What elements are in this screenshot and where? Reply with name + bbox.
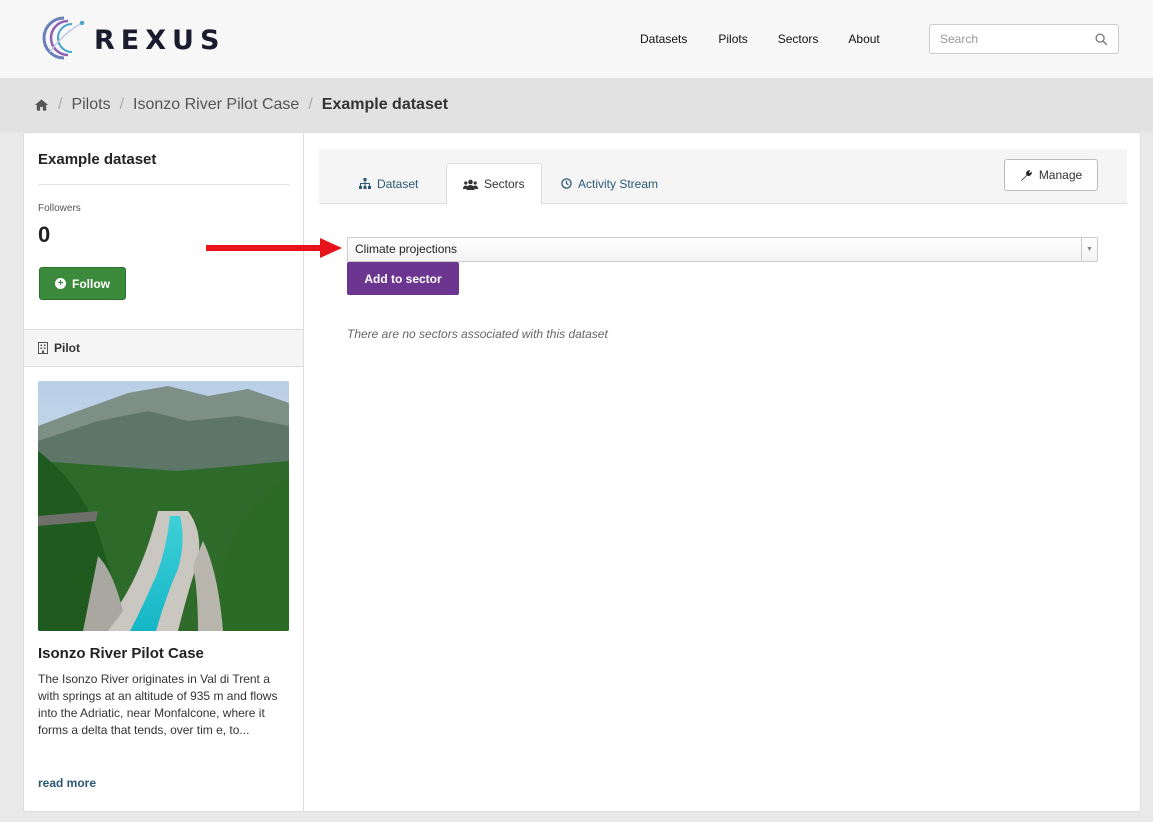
pilot-name[interactable]: Isonzo River Pilot Case [38,645,204,662]
plus-circle-icon: + [55,278,66,289]
search-icon[interactable] [1095,33,1108,46]
breadcrumb-separator: / [58,96,63,113]
sidebar: Example dataset Followers 0 + Follow Pil… [24,133,304,811]
follow-button-label: Follow [72,276,110,291]
dataset-title: Example dataset [38,151,157,168]
divider [38,184,290,185]
river-landscape-image [38,381,289,631]
nav-sectors[interactable]: Sectors [778,32,819,46]
breadcrumb-separator: / [119,96,125,113]
rexus-logo-icon [42,16,85,60]
main-card: Example dataset Followers 0 + Follow Pil… [23,132,1141,812]
main-nav: Datasets Pilots Sectors About [640,32,910,46]
breadcrumb: / Pilots / Isonzo River Pilot Case / Exa… [0,78,1153,132]
nav-about[interactable]: About [848,32,879,46]
tab-activity-stream-label: Activity Stream [578,176,659,191]
search-box [929,24,1119,54]
followers-count: 0 [38,222,51,247]
nav-pilots[interactable]: Pilots [718,32,747,46]
home-icon[interactable] [34,98,49,112]
breadcrumb-pilots[interactable]: Pilots [71,96,110,114]
breadcrumb-separator: / [308,96,313,113]
sector-select-value: Climate projections [355,242,458,256]
tab-dataset-label: Dataset [377,176,419,191]
tab-sectors[interactable]: Sectors [446,163,542,205]
breadcrumb-current[interactable]: Example dataset [322,96,448,114]
site-header: REXUS Datasets Pilots Sectors About [0,0,1153,78]
manage-button[interactable]: Manage [1004,159,1098,191]
clock-icon [561,178,572,189]
read-more-link[interactable]: read more [38,776,96,790]
users-icon [463,179,478,190]
sitemap-icon [359,178,371,189]
pilot-heading-label: Pilot [54,341,80,355]
pilot-description: The Isonzo River originates in Val di Tr… [38,672,278,737]
manage-button-label: Manage [1038,168,1083,182]
empty-sectors-message: There are no sectors associated with thi… [347,327,608,341]
nav-datasets[interactable]: Datasets [640,32,687,46]
tab-sectors-label: Sectors [484,177,525,191]
wrench-icon [1020,169,1032,181]
followers-label: Followers [38,203,81,214]
follow-button[interactable]: + Follow [39,267,126,300]
building-icon [38,342,48,354]
sector-select[interactable]: Climate projections ▼ [347,237,1098,262]
pilot-heading: Pilot [24,329,303,367]
pilot-image[interactable] [38,381,289,631]
tab-activity-stream[interactable]: Activity Stream [545,163,674,204]
chevron-down-icon[interactable]: ▼ [1081,238,1097,261]
search-input[interactable] [940,32,1080,46]
add-to-sector-button[interactable]: Add to sector [347,262,459,295]
brand-name: REXUS [94,25,226,56]
breadcrumb-pilot-case[interactable]: Isonzo River Pilot Case [133,96,299,114]
annotation-arrow-icon [206,238,342,258]
tab-dataset[interactable]: Dataset [343,163,434,204]
rexus-logo[interactable]: REXUS [34,12,219,62]
